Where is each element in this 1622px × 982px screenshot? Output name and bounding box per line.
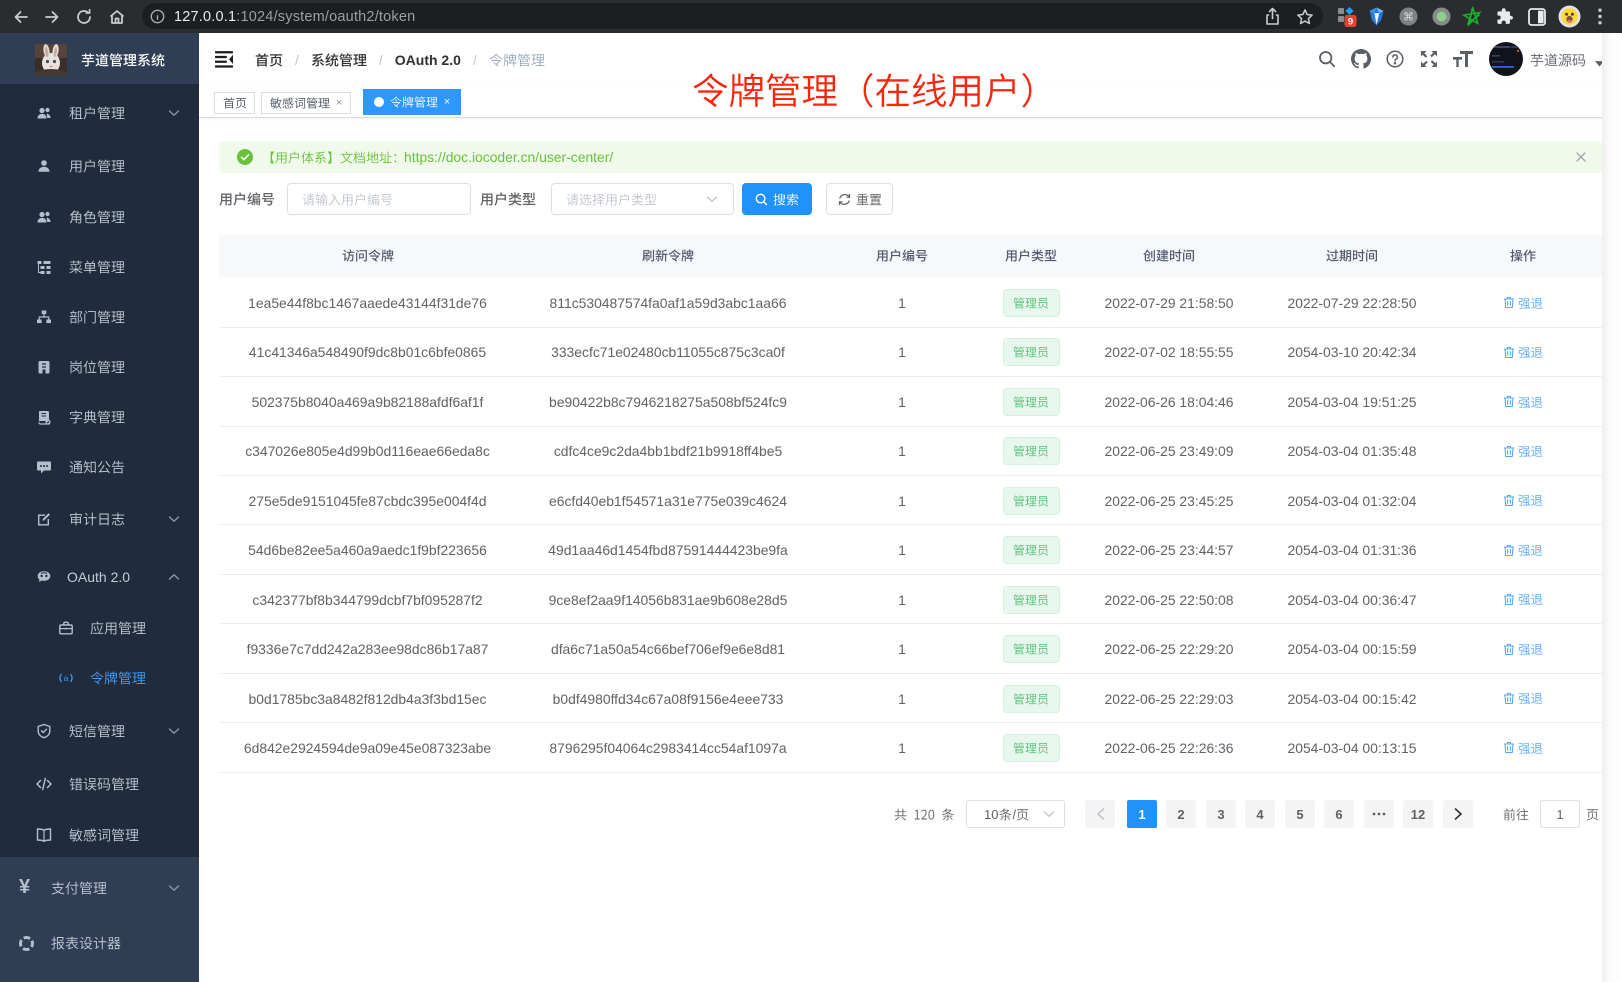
svg-text:a: a xyxy=(64,673,69,683)
svg-text:9: 9 xyxy=(1348,17,1353,28)
svg-text:⌘: ⌘ xyxy=(1403,12,1414,24)
